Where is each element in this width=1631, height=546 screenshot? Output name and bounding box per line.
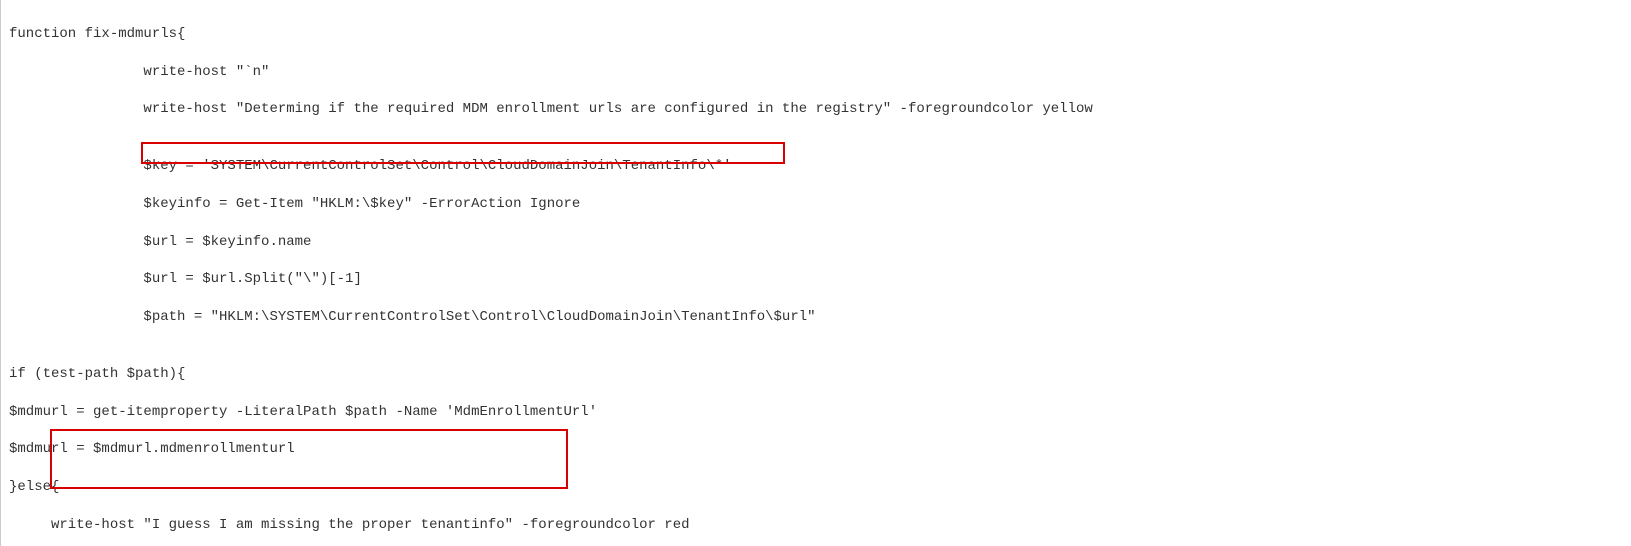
code-line: write-host "`n": [9, 63, 1631, 82]
code-line: write-host "Determing if the required MD…: [9, 100, 1631, 119]
code-block: function fix-mdmurls{ write-host "`n" wr…: [0, 0, 1631, 546]
code-line: $url = $keyinfo.name: [9, 233, 1631, 252]
code-line: $keyinfo = Get-Item "HKLM:\$key" -ErrorA…: [9, 195, 1631, 214]
code-line: function fix-mdmurls{: [9, 25, 1631, 44]
code-line: $path = "HKLM:\SYSTEM\CurrentControlSet\…: [9, 308, 1631, 327]
code-line: if (test-path $path){: [9, 365, 1631, 384]
highlight-box-path: [141, 142, 785, 164]
code-line: $url = $url.Split("\")[-1]: [9, 270, 1631, 289]
code-line: $mdmurl = get-itemproperty -LiteralPath …: [9, 403, 1631, 422]
highlight-box-newitem: [50, 429, 568, 489]
code-line: write-host "I guess I am missing the pro…: [9, 516, 1631, 535]
